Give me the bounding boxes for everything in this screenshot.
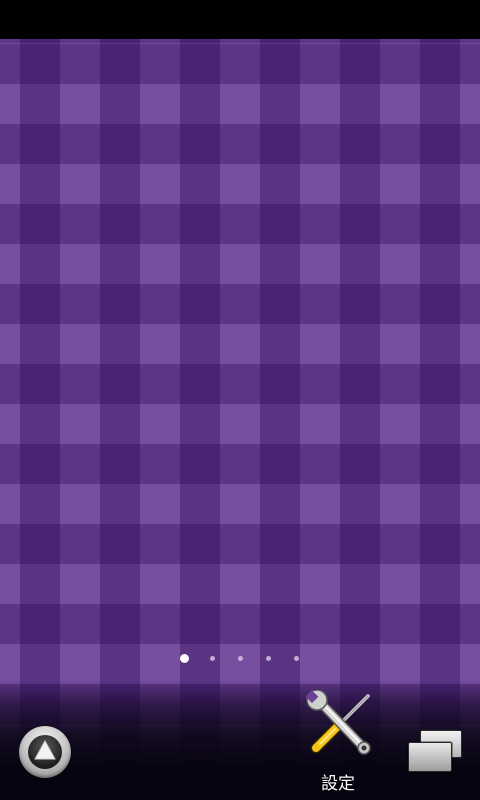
app-drawer-button[interactable] <box>19 726 71 778</box>
home-screen: 設定 <box>0 0 480 800</box>
recent-apps-button[interactable] <box>406 728 464 774</box>
status-bar <box>0 0 480 39</box>
page-dot-1 <box>180 654 189 663</box>
page-dot-2 <box>210 656 215 661</box>
settings-label: 設定 <box>321 774 355 794</box>
up-arrow-icon <box>34 739 56 760</box>
page-dot-4 <box>266 656 271 661</box>
dock: 設定 <box>0 680 480 800</box>
wrench-screwdriver-icon <box>305 690 371 755</box>
settings-shortcut[interactable]: 設定 <box>298 690 378 800</box>
page-indicator <box>0 652 480 666</box>
page-dot-3 <box>238 656 243 661</box>
page-dot-5 <box>294 656 299 661</box>
